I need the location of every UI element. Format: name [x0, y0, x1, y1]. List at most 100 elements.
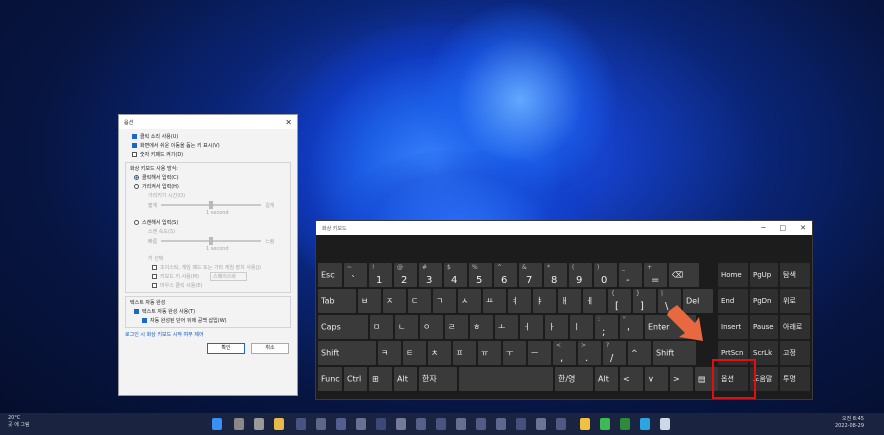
row4-key-6[interactable]: ㅜ: [503, 341, 526, 365]
text-pred-checkbox[interactable]: 텍스트 자동 완성 사용(T): [126, 307, 290, 316]
clock[interactable]: 오전 8:45 2022-08-29: [835, 416, 864, 430]
row3-key-8[interactable]: ㅏ: [545, 315, 568, 339]
taskbar-app-icon[interactable]: [476, 418, 486, 430]
row4-key-2[interactable]: ㅌ: [403, 341, 426, 365]
row1-key-12[interactable]: _ -: [619, 263, 642, 287]
row3-key-9[interactable]: ㅣ: [570, 315, 593, 339]
row4-key-9[interactable]: >.: [578, 341, 601, 365]
slider-thumb[interactable]: [209, 237, 214, 245]
nav-key-4-2[interactable]: 투명: [780, 367, 810, 391]
close-icon[interactable]: ✕: [800, 224, 806, 232]
nav-key-1-1[interactable]: PgDn: [750, 289, 778, 313]
radio-hover[interactable]: 가리켜서 입력(H): [126, 182, 290, 191]
cancel-button[interactable]: 취소: [251, 343, 289, 354]
kakaotalk-icon[interactable]: [600, 418, 610, 430]
telegram-icon[interactable]: [640, 418, 650, 430]
row3-key-3[interactable]: ㅇ: [420, 315, 443, 339]
row3-key-4[interactable]: ㄹ: [445, 315, 468, 339]
taskbar-app-icon[interactable]: [556, 418, 566, 430]
row3-key-5[interactable]: ㅎ: [470, 315, 493, 339]
slider-thumb[interactable]: [209, 201, 214, 209]
row3-key-0[interactable]: Caps: [318, 315, 368, 339]
ok-button[interactable]: 확인: [207, 343, 245, 354]
row4-key-11[interactable]: ^: [628, 341, 651, 365]
row4-key-1[interactable]: ㅋ: [378, 341, 401, 365]
row1-key-1[interactable]: ~ `: [344, 263, 367, 287]
taskbar-app-icon[interactable]: [316, 418, 326, 430]
nav-key-2-1[interactable]: Pause: [750, 315, 778, 339]
nav-key-2-0[interactable]: Insert: [718, 315, 748, 339]
row5-key-1[interactable]: Ctrl: [344, 367, 367, 391]
row4-key-5[interactable]: ㅠ: [478, 341, 501, 365]
row1-key-0[interactable]: Esc: [318, 263, 342, 287]
row4-key-8[interactable]: <,: [553, 341, 576, 365]
hover-duration-slider[interactable]: 짧게 길게: [126, 200, 290, 210]
row4-key-7[interactable]: ㅡ: [528, 341, 551, 365]
search-icon[interactable]: [234, 418, 244, 430]
minimize-icon[interactable]: ─: [761, 224, 765, 232]
row3-key-7[interactable]: ㅓ: [520, 315, 543, 339]
row3-key-2[interactable]: ㄴ: [395, 315, 418, 339]
nav-key-1-2[interactable]: 위로: [780, 289, 810, 313]
row1-key-7[interactable]: ^ 6: [494, 263, 517, 287]
row1-key-8[interactable]: & 7: [519, 263, 542, 287]
row5-key-9[interactable]: ∨: [645, 367, 668, 391]
taskbar-app-icon[interactable]: [516, 418, 526, 430]
radio-click[interactable]: 클릭해서 입력(C): [126, 173, 290, 182]
row1-key-5[interactable]: $4: [444, 263, 467, 287]
close-icon[interactable]: ✕: [285, 118, 292, 127]
click-sound-checkbox[interactable]: 클릭 소리 사용(U): [119, 132, 297, 141]
row5-key-5[interactable]: [459, 367, 553, 391]
row1-key-6[interactable]: % 5: [469, 263, 492, 287]
nav-key-0-1[interactable]: PgUp: [750, 263, 778, 287]
taskbar-app-icon[interactable]: [296, 418, 306, 430]
row4-key-3[interactable]: ㅊ: [428, 341, 451, 365]
row5-key-7[interactable]: Alt: [595, 367, 618, 391]
scan-speed-slider[interactable]: 빠름 느림: [126, 236, 290, 246]
row5-key-3[interactable]: Alt: [394, 367, 417, 391]
task-view-icon[interactable]: [254, 418, 264, 430]
row2-key-9[interactable]: ㅐ: [558, 289, 581, 313]
row2-key-7[interactable]: ㅕ: [508, 289, 531, 313]
row2-key-3[interactable]: ㄷ: [408, 289, 431, 313]
row5-key-10[interactable]: >: [670, 367, 693, 391]
row4-key-4[interactable]: ㅍ: [453, 341, 476, 365]
row2-key-8[interactable]: ㅑ: [533, 289, 556, 313]
row1-key-10[interactable]: (9: [569, 263, 592, 287]
radio-scan[interactable]: 스캔해서 입력(S): [126, 218, 290, 227]
row5-key-4[interactable]: 한자: [419, 367, 457, 391]
row3-key-10[interactable]: :;: [595, 315, 618, 339]
row2-key-4[interactable]: ㄱ: [433, 289, 456, 313]
row1-key-9[interactable]: * 8: [544, 263, 567, 287]
taskbar-app-icon[interactable]: [436, 418, 446, 430]
taskbar-app-icon[interactable]: [416, 418, 426, 430]
chrome-icon[interactable]: [580, 418, 590, 430]
row2-key-12[interactable]: }]: [633, 289, 656, 313]
start-icon[interactable]: [212, 418, 222, 430]
row4-key-10[interactable]: ? /: [603, 341, 626, 365]
row2-key-11[interactable]: {[: [608, 289, 631, 313]
taskbar-app-icon[interactable]: [536, 418, 546, 430]
row2-key-10[interactable]: ㅔ: [583, 289, 606, 313]
keyboard-key-checkbox[interactable]: 키보드 키 사용(M) 스페이스바: [126, 272, 290, 281]
taskbar-app-icon[interactable]: [336, 418, 346, 430]
row5-key-8[interactable]: <: [620, 367, 643, 391]
weather-widget[interactable]: 20°C 곳 에 그림: [8, 415, 30, 429]
mouse-click-checkbox[interactable]: 마우스 클릭 사용(E): [126, 281, 290, 290]
row2-key-1[interactable]: ㅂ: [358, 289, 381, 313]
keyboard-app-icon[interactable]: [660, 418, 670, 430]
row5-key-6[interactable]: 한/영: [555, 367, 593, 391]
row2-key-5[interactable]: ㅅ: [458, 289, 481, 313]
app-icon[interactable]: [620, 418, 630, 430]
login-start-link[interactable]: 로그인 시 화상 키보드 시작 여부 제어: [119, 331, 297, 340]
nav-key-2-2[interactable]: 아래로: [780, 315, 810, 339]
maximize-icon[interactable]: □: [780, 224, 787, 232]
row3-key-1[interactable]: ㅁ: [370, 315, 393, 339]
nav-key-0-0[interactable]: Home: [718, 263, 748, 287]
nav-key-1-0[interactable]: End: [718, 289, 748, 313]
row5-key-0[interactable]: Func: [318, 367, 342, 391]
taskbar-app-icon[interactable]: [456, 418, 466, 430]
row1-key-4[interactable]: #3: [419, 263, 442, 287]
nav-key-3-2[interactable]: 고정: [780, 341, 810, 365]
row4-key-0[interactable]: Shift: [318, 341, 376, 365]
